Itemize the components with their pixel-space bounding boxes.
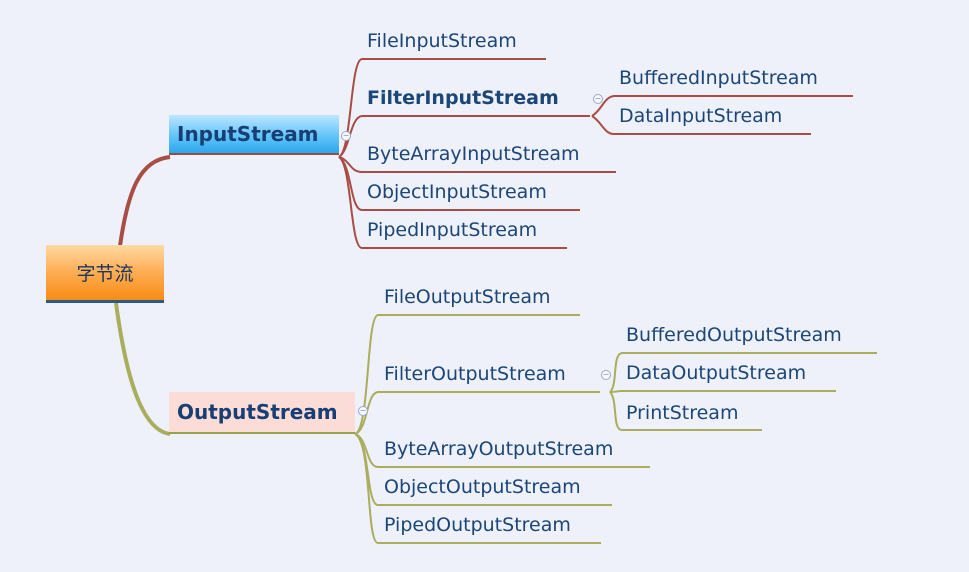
node-bufferedoutputstream[interactable]: BufferedOutputStream: [626, 324, 842, 346]
node-objectinputstream[interactable]: ObjectInputStream: [367, 181, 547, 203]
node-dataoutputstream[interactable]: DataOutputStream: [626, 362, 806, 384]
connector-root-output: [114, 302, 171, 436]
collapse-minus-icon[interactable]: −: [358, 406, 368, 416]
collapse-minus-icon[interactable]: −: [593, 94, 603, 104]
collapse-minus-icon[interactable]: −: [601, 370, 611, 380]
connector-filteroutput-data: [609, 390, 836, 393]
connector-output-filter: [354, 391, 600, 435]
node-bufferedinputstream[interactable]: BufferedInputStream: [619, 67, 818, 89]
node-pipedinputstream[interactable]: PipedInputStream: [367, 219, 537, 241]
connector-root-input: [118, 155, 171, 247]
root-node[interactable]: 字节流: [46, 245, 164, 303]
node-pipedoutputstream[interactable]: PipedOutputStream: [384, 514, 571, 536]
node-fileoutputstream[interactable]: FileOutputStream: [384, 286, 551, 308]
mind-map: 字节流 InputStream − OutputStream − FileInp…: [0, 0, 969, 572]
node-filteroutputstream[interactable]: FilterOutputStream: [384, 363, 566, 385]
node-bytearrayoutputstream[interactable]: ByteArrayOutputStream: [384, 438, 613, 460]
inputstream-label: InputStream: [177, 122, 319, 146]
collapse-minus-icon[interactable]: −: [341, 131, 351, 141]
node-fileinputstream[interactable]: FileInputStream: [367, 30, 517, 52]
node-bytearrayinputstream[interactable]: ByteArrayInputStream: [367, 143, 580, 165]
node-datainputstream[interactable]: DataInputStream: [619, 105, 782, 127]
node-printstream[interactable]: PrintStream: [626, 402, 738, 424]
inputstream-node[interactable]: InputStream: [169, 115, 339, 155]
root-label: 字节流: [76, 263, 134, 285]
outputstream-node[interactable]: OutputStream: [169, 392, 355, 434]
outputstream-label: OutputStream: [177, 400, 338, 424]
node-objectoutputstream[interactable]: ObjectOutputStream: [384, 476, 581, 498]
node-filterinputstream[interactable]: FilterInputStream: [367, 87, 559, 109]
